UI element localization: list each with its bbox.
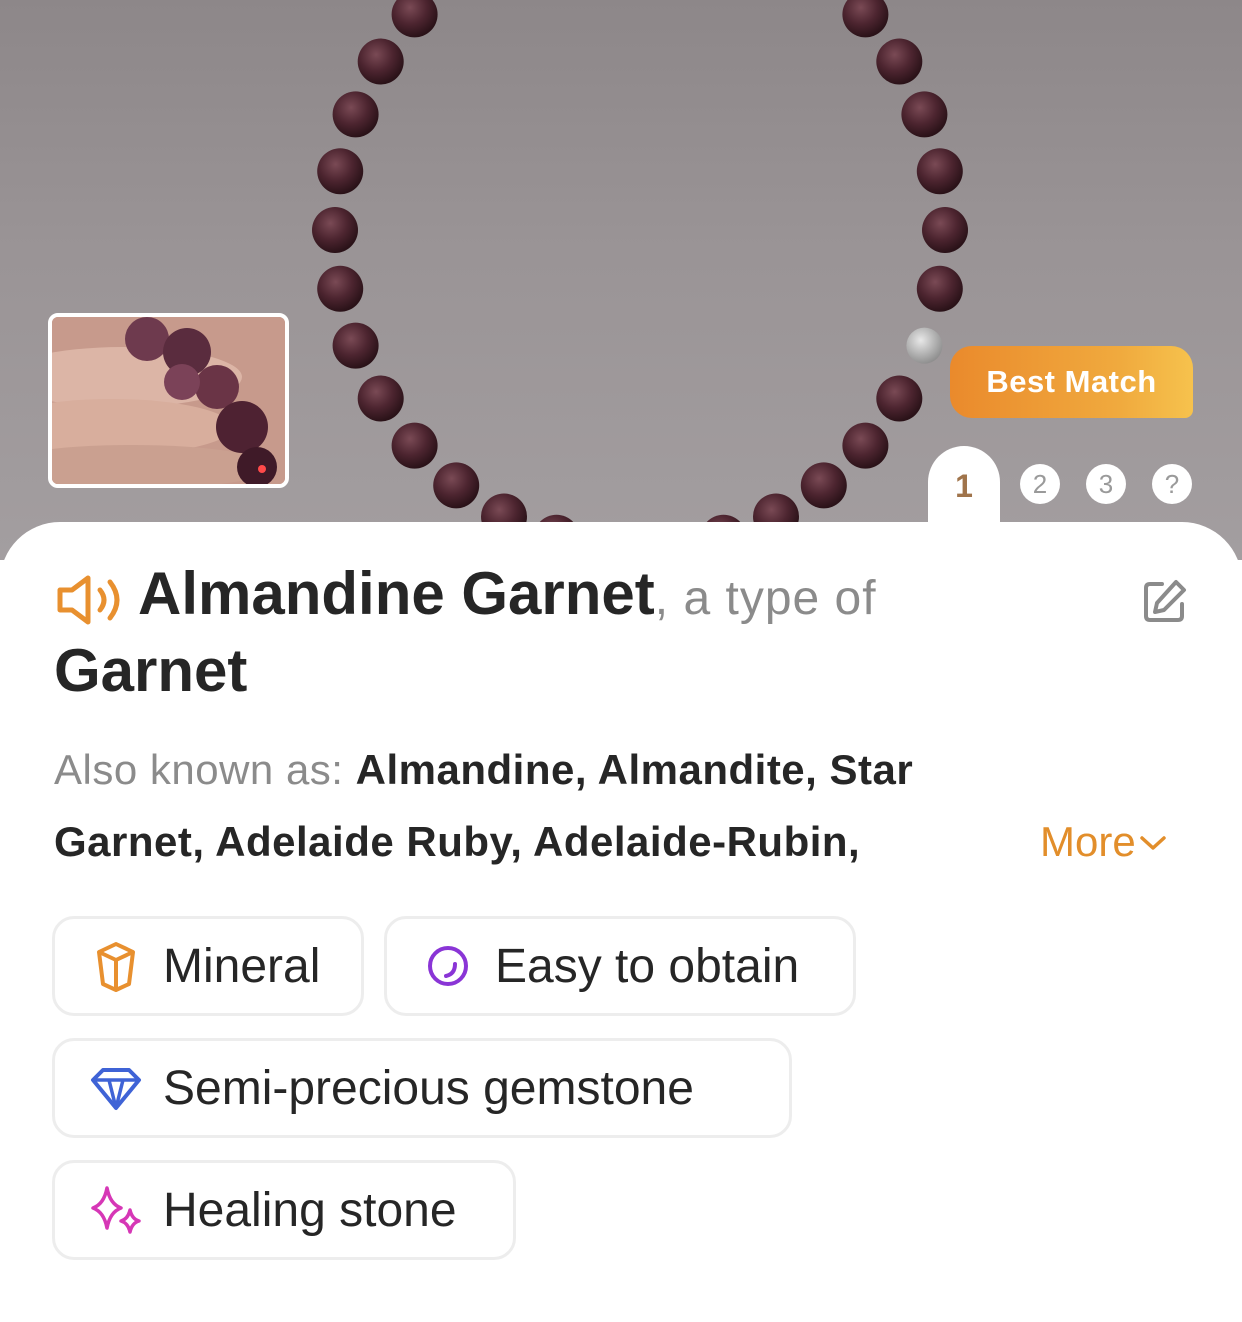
more-label: More (1040, 818, 1136, 865)
stone-title: Almandine Garnet, a type of (54, 558, 1134, 635)
gem-icon (85, 1062, 147, 1114)
title-row: Almandine Garnet, a type of Garnet (54, 558, 1134, 723)
also-known-as: Also known as: Almandine, Almandite, Sta… (54, 734, 1014, 878)
bracelet-bead (391, 0, 438, 38)
bracelet-bead (312, 207, 358, 253)
chevron-down-icon (1139, 836, 1166, 850)
bracelet-bead (357, 38, 404, 85)
tag-label: Healing stone (163, 1183, 457, 1237)
bracelet-bead (901, 91, 948, 138)
tag-label: Semi-precious gemstone (163, 1061, 694, 1115)
tag-mineral[interactable]: Mineral (52, 916, 364, 1016)
bracelet-bead (922, 207, 968, 253)
bracelet-bead (876, 375, 923, 422)
result-pager: 1 2 3 ? (928, 446, 1208, 536)
bracelet-bead (357, 375, 404, 422)
speaker-icon[interactable] (54, 572, 124, 628)
aka-label: Also known as: (54, 746, 344, 793)
bracelet-bead (332, 322, 379, 369)
bracelet-bead (800, 462, 847, 509)
bracelet-bead (317, 265, 364, 312)
result-card: Almandine Garnet, a type of Garnet Also … (0, 522, 1242, 1322)
stone-name: Almandine Garnet (138, 560, 655, 627)
more-button[interactable]: More (1040, 818, 1170, 866)
bracelet-spacer (906, 327, 943, 364)
tag-label: Easy to obtain (495, 939, 800, 993)
result-photo[interactable]: Best Match 1 2 3 ? (0, 0, 1242, 560)
bracelet-bead (842, 0, 889, 38)
bracelet-bead (842, 422, 889, 469)
parent-link[interactable]: Garnet (54, 637, 247, 704)
page-dot-3[interactable]: 3 (1086, 464, 1126, 504)
tag-label: Mineral (163, 939, 321, 993)
page-dot-2[interactable]: 2 (1020, 464, 1060, 504)
bracelet-bead (876, 38, 923, 85)
bracelet-bead (317, 148, 364, 195)
tag-easy-to-obtain[interactable]: Easy to obtain (384, 916, 856, 1016)
type-prefix: , a type of (654, 572, 877, 625)
sparkle-icon (85, 1184, 147, 1236)
tag-semi-precious[interactable]: Semi-precious gemstone (52, 1038, 792, 1138)
mineral-icon (85, 940, 147, 992)
bracelet-bead (916, 148, 963, 195)
bracelet-bead (332, 91, 379, 138)
edit-icon[interactable] (1142, 578, 1188, 624)
bracelet-bead (391, 422, 438, 469)
easy-obtain-icon (417, 940, 479, 992)
page-dot-help[interactable]: ? (1152, 464, 1192, 504)
bracelet-bead (433, 462, 480, 509)
tag-healing-stone[interactable]: Healing stone (52, 1160, 516, 1260)
bracelet-bead (916, 265, 963, 312)
user-photo-thumbnail[interactable] (48, 313, 289, 488)
best-match-badge: Best Match (950, 346, 1193, 418)
